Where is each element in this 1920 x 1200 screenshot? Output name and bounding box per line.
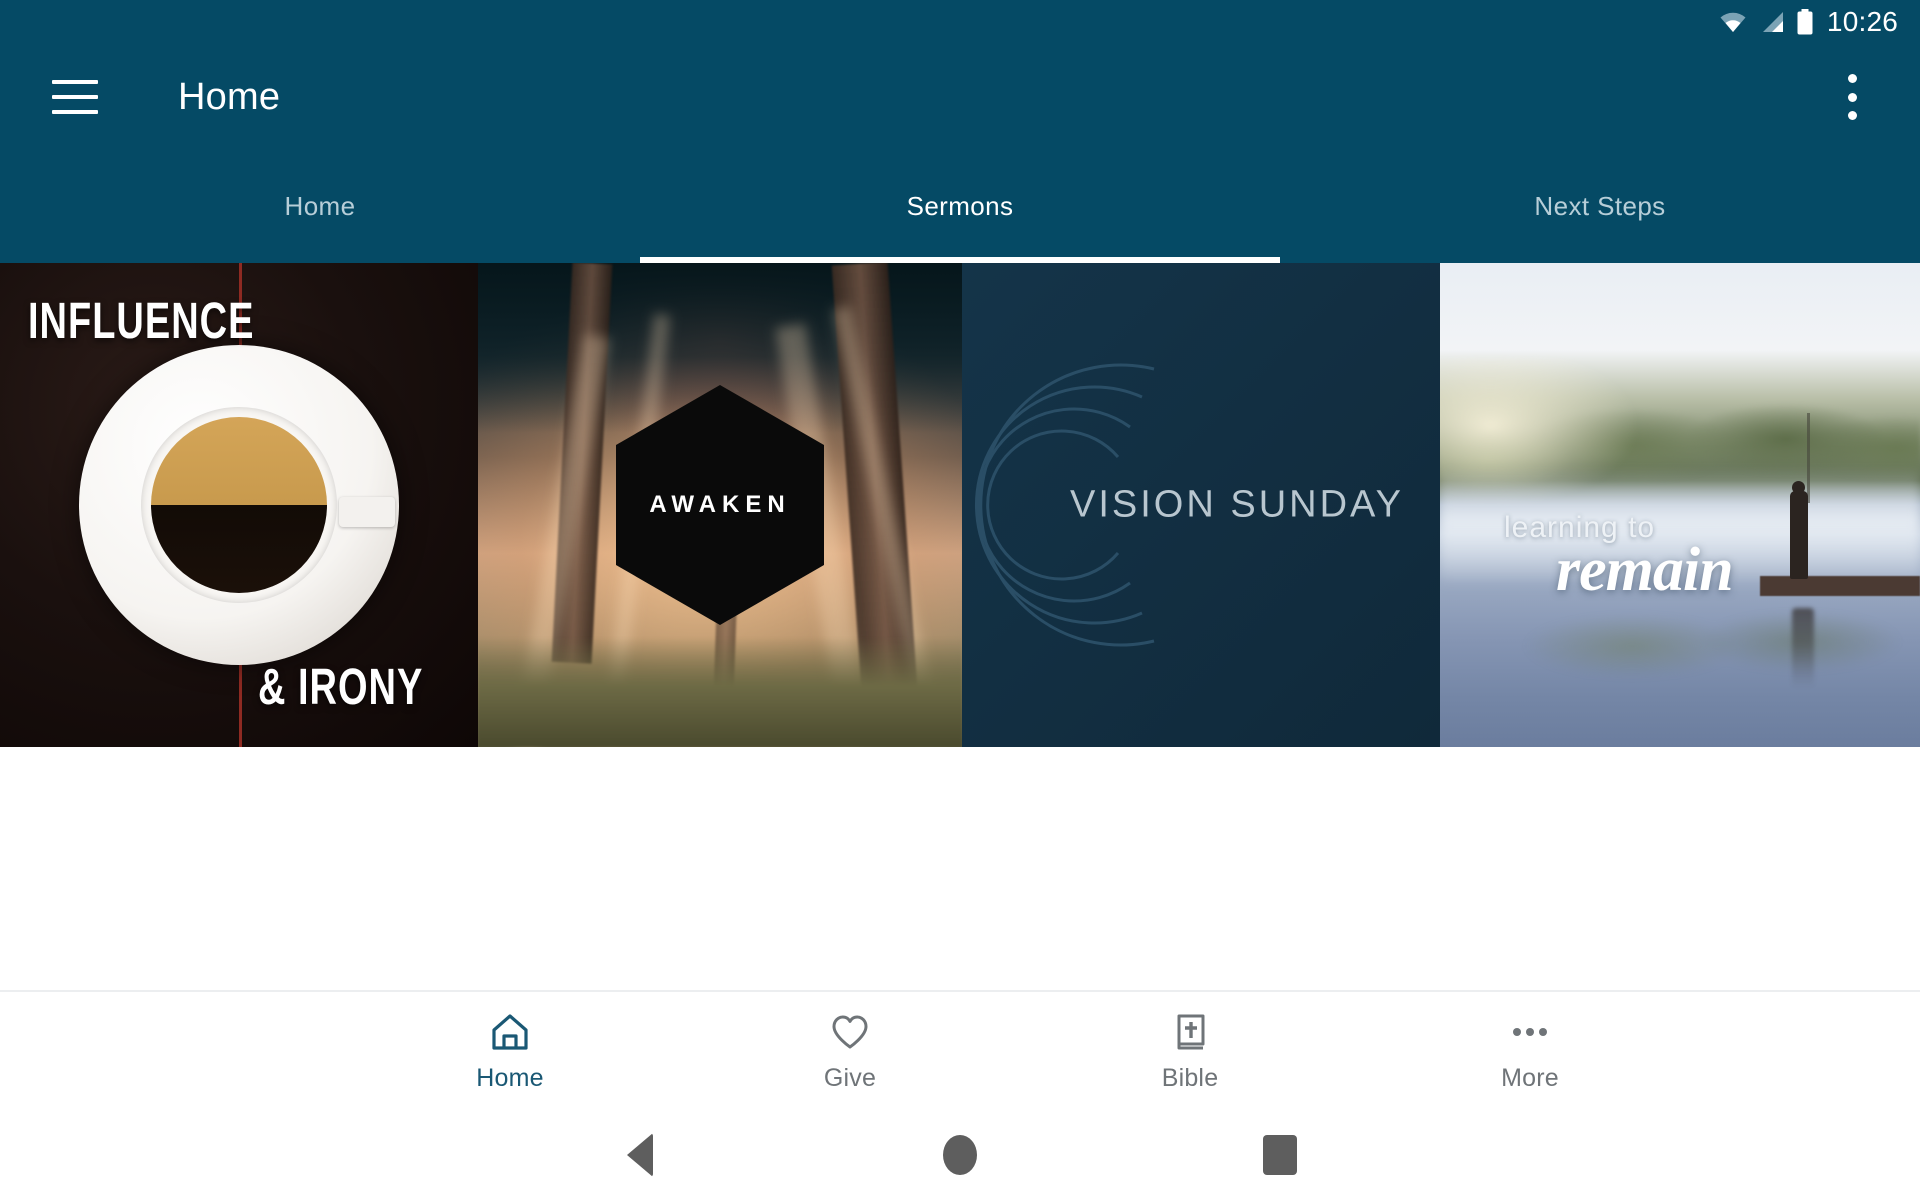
bible-book-icon bbox=[1169, 1010, 1211, 1054]
bottom-nav-label-home: Home bbox=[476, 1063, 544, 1092]
battery-full-icon bbox=[1796, 9, 1814, 35]
bottom-nav-label-bible: Bible bbox=[1161, 1063, 1219, 1092]
status-bar: 10:26 bbox=[0, 0, 1920, 44]
vision-title: VISION SUNDAY bbox=[1070, 483, 1404, 526]
sermon-card-influence-and-irony[interactable]: INFLUENCE & IRONY bbox=[0, 263, 478, 747]
remain-person-head bbox=[1792, 481, 1805, 494]
app-screen: 10:26 Home Home Sermons Next Steps INFLU… bbox=[0, 0, 1920, 1200]
status-time: 10:26 bbox=[1826, 6, 1898, 37]
coffee-liquid bbox=[151, 417, 327, 593]
wifi-icon bbox=[1718, 10, 1748, 34]
tab-next-steps[interactable]: Next Steps bbox=[1280, 150, 1920, 263]
sermon-card-strip[interactable]: INFLUENCE & IRONY AWAKEN VISION SUNDAY l… bbox=[0, 263, 1920, 747]
sermon-card-learning-to-remain[interactable]: learning to remain bbox=[1440, 263, 1920, 747]
page-title: Home bbox=[178, 75, 281, 118]
bottom-navigation-bar: Home Give Bible More bbox=[0, 990, 1920, 1110]
remain-title-line2: remain bbox=[1556, 536, 1734, 604]
android-system-nav bbox=[0, 1110, 1920, 1200]
tab-bar: Home Sermons Next Steps bbox=[0, 150, 1920, 263]
app-bar: Home bbox=[0, 44, 1920, 150]
awaken-title: AWAKEN bbox=[649, 491, 791, 518]
bottom-nav-item-bible[interactable]: Bible bbox=[1020, 1010, 1360, 1093]
bottom-nav-item-more[interactable]: More bbox=[1360, 1010, 1700, 1093]
remain-dock bbox=[1760, 576, 1920, 596]
more-dots-icon bbox=[1509, 1010, 1551, 1054]
bottom-nav-label-more: More bbox=[1501, 1063, 1559, 1092]
back-triangle-icon[interactable] bbox=[480, 1133, 800, 1177]
tab-home[interactable]: Home bbox=[0, 150, 640, 263]
home-circle-icon[interactable] bbox=[800, 1135, 1120, 1175]
awaken-grass bbox=[478, 637, 962, 747]
influence-title-bottom: & IRONY bbox=[258, 659, 424, 717]
recents-square-icon[interactable] bbox=[1120, 1135, 1440, 1175]
remain-pole bbox=[1807, 413, 1810, 503]
home-icon bbox=[489, 1010, 531, 1054]
overflow-menu-icon[interactable] bbox=[1832, 70, 1872, 124]
tab-next-steps-label: Next Steps bbox=[1534, 191, 1666, 221]
sermon-card-vision-sunday[interactable]: VISION SUNDAY bbox=[962, 263, 1440, 747]
bottom-nav-label-give: Give bbox=[823, 1063, 877, 1092]
tab-sermons-label: Sermons bbox=[906, 191, 1014, 221]
tab-home-label: Home bbox=[284, 191, 356, 221]
cellular-signal-icon bbox=[1759, 10, 1785, 34]
remain-person-reflection bbox=[1792, 608, 1814, 688]
coffee-cup-handle bbox=[339, 497, 395, 527]
heart-icon bbox=[829, 1010, 871, 1054]
bottom-nav-item-give[interactable]: Give bbox=[680, 1010, 1020, 1093]
influence-title-top: INFLUENCE bbox=[28, 293, 255, 351]
remain-person bbox=[1790, 491, 1808, 579]
content-area bbox=[0, 747, 1920, 990]
tab-sermons[interactable]: Sermons bbox=[640, 150, 1280, 263]
hamburger-menu-icon[interactable] bbox=[52, 80, 98, 114]
bottom-nav-item-home[interactable]: Home bbox=[340, 1010, 680, 1093]
sermon-card-awaken[interactable]: AWAKEN bbox=[478, 263, 962, 747]
remain-tree-reflection bbox=[1440, 613, 1920, 723]
